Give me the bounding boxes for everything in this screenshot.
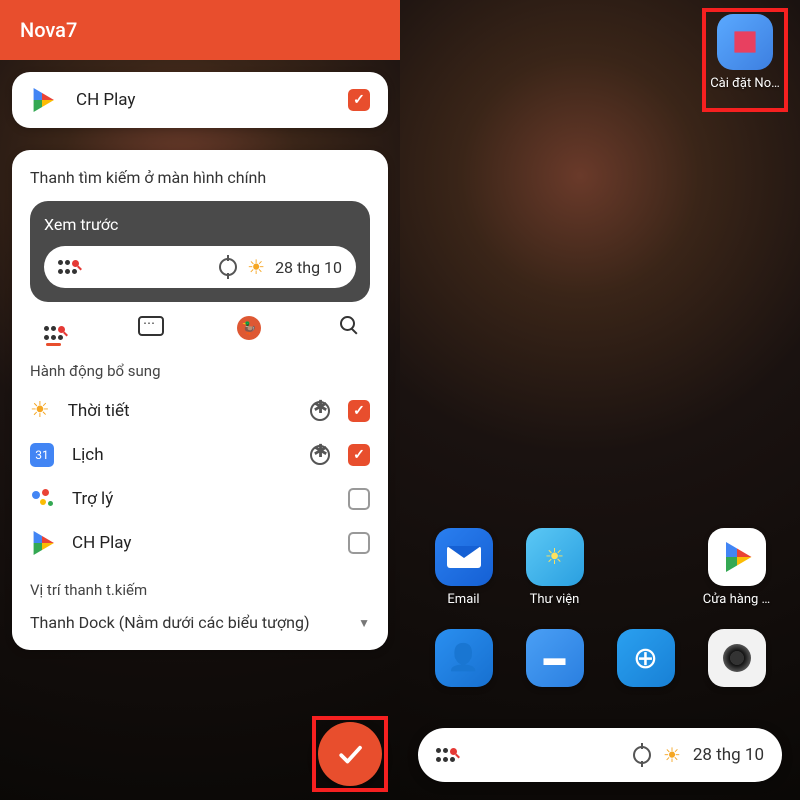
row-calendar[interactable]: 31 Lịch bbox=[30, 433, 370, 477]
gear-icon[interactable] bbox=[310, 401, 330, 421]
messages-icon bbox=[526, 629, 584, 687]
chplay-label: CH Play bbox=[76, 90, 135, 110]
nova-settings-label: Cài đặt No… bbox=[708, 76, 782, 91]
sun-icon: ☀ bbox=[663, 743, 681, 767]
play-store-icon bbox=[708, 528, 766, 586]
dropdown-value: Thanh Dock (Nằm dưới các biểu tượng) bbox=[30, 613, 310, 632]
header-title: Nova7 bbox=[20, 18, 77, 42]
play-store-icon bbox=[30, 88, 54, 112]
chplay-top-card[interactable]: CH Play bbox=[12, 72, 388, 128]
weather-checkbox[interactable] bbox=[348, 400, 370, 422]
chplay2-checkbox[interactable] bbox=[348, 532, 370, 554]
gallery-icon bbox=[526, 528, 584, 586]
app-contacts[interactable]: . bbox=[424, 629, 504, 708]
nova-settings-app[interactable]: Cài đặt No… bbox=[708, 14, 782, 91]
duckduckgo-icon: 🦆 bbox=[237, 316, 261, 340]
app-store[interactable]: Cửa hàng … bbox=[697, 528, 777, 607]
nova-settings-icon bbox=[717, 14, 773, 70]
home-search-date: 28 thg 10 bbox=[693, 745, 764, 765]
position-dropdown[interactable]: Thanh Dock (Nằm dưới các biểu tượng) ▼ bbox=[30, 607, 370, 632]
preview-date: 28 thg 10 bbox=[275, 258, 342, 277]
main-card: Thanh tìm kiếm ở màn hình chính Xem trướ… bbox=[12, 150, 388, 650]
store-label: Cửa hàng … bbox=[697, 592, 777, 607]
camera-icon bbox=[708, 629, 766, 687]
app-messages[interactable]: . bbox=[515, 629, 595, 708]
tab-magnifier[interactable] bbox=[332, 316, 362, 340]
calendar-icon: 31 bbox=[30, 443, 54, 467]
app-email[interactable]: Email bbox=[424, 528, 504, 607]
target-icon bbox=[219, 258, 237, 276]
calendar-checkbox[interactable] bbox=[348, 444, 370, 466]
row-weather[interactable]: ☀ Thời tiết bbox=[30, 388, 370, 433]
target-icon bbox=[633, 746, 651, 764]
assistant-checkbox[interactable] bbox=[348, 488, 370, 510]
preview-search-bar[interactable]: ☀ 28 thg 10 bbox=[44, 246, 356, 288]
chplay-row: CH Play bbox=[30, 88, 135, 112]
row-assistant[interactable]: Trợ lý bbox=[30, 477, 370, 521]
apps-search-icon bbox=[58, 260, 77, 274]
preview-panel: Xem trước ☀ 28 thg 10 bbox=[30, 201, 370, 302]
sun-icon: ☀ bbox=[247, 255, 265, 279]
calendar-label: Lịch bbox=[72, 445, 292, 465]
tab-apps-search[interactable] bbox=[38, 316, 68, 340]
position-label: Vị trí thanh t.kiếm bbox=[30, 581, 370, 599]
play-store-icon bbox=[30, 531, 54, 555]
weather-icon: ☀ bbox=[30, 398, 50, 423]
weather-label: Thời tiết bbox=[68, 401, 292, 421]
email-icon bbox=[435, 528, 493, 586]
gallery-label: Thư viện bbox=[515, 592, 595, 607]
row-chplay2[interactable]: CH Play bbox=[30, 521, 370, 565]
gear-icon[interactable] bbox=[310, 445, 330, 465]
keyboard-icon bbox=[138, 316, 164, 336]
preview-title: Xem trước bbox=[44, 215, 356, 234]
assistant-icon bbox=[30, 487, 54, 511]
section-title: Thanh tìm kiếm ở màn hình chính bbox=[30, 168, 370, 187]
check-icon bbox=[335, 739, 365, 769]
chplay2-label: CH Play bbox=[72, 533, 330, 553]
contacts-icon bbox=[435, 629, 493, 687]
apps-search-icon bbox=[436, 748, 455, 762]
tab-duckduckgo[interactable]: 🦆 bbox=[234, 316, 264, 340]
confirm-fab[interactable] bbox=[318, 722, 382, 786]
magnifier-icon bbox=[340, 316, 355, 331]
actions-title: Hành động bổ sung bbox=[30, 362, 370, 380]
left-settings-pane: Nova7 CH Play Thanh tìm kiếm ở màn hình … bbox=[0, 0, 400, 800]
assistant-label: Trợ lý bbox=[72, 489, 330, 509]
browser-icon bbox=[617, 629, 675, 687]
app-gallery[interactable]: Thư viện bbox=[515, 528, 595, 607]
right-homescreen-pane: Cài đặt No… Email Thư viện . Cửa hàng … … bbox=[400, 0, 800, 800]
chplay-checkbox[interactable] bbox=[348, 89, 370, 111]
search-style-tabs: 🦆 bbox=[30, 302, 370, 346]
home-search-bar[interactable]: ☀ 28 thg 10 bbox=[418, 728, 782, 782]
email-label: Email bbox=[424, 592, 504, 607]
app-camera[interactable]: . bbox=[697, 629, 777, 708]
tab-keyboard[interactable] bbox=[136, 316, 166, 340]
app-header: Nova7 bbox=[0, 0, 400, 60]
home-app-grid: Email Thư viện . Cửa hàng … . . . . bbox=[400, 528, 800, 708]
app-browser[interactable]: . bbox=[606, 629, 686, 708]
chevron-down-icon: ▼ bbox=[358, 616, 370, 630]
